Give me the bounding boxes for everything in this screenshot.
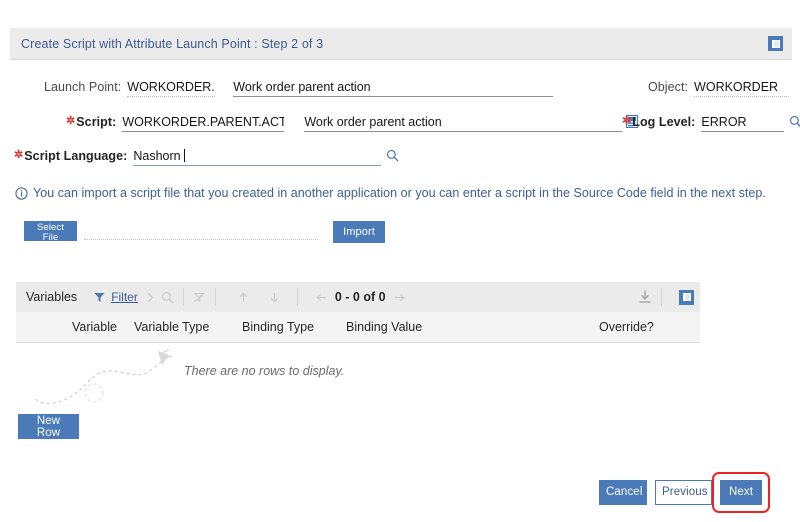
next-button[interactable]: Next [720, 480, 762, 505]
filter-link[interactable]: Filter [111, 290, 138, 304]
previous-button[interactable]: Previous [655, 480, 712, 505]
toolbar-divider [661, 288, 662, 306]
toolbar-divider [182, 288, 184, 306]
script-description-input[interactable] [304, 115, 623, 132]
new-row-button[interactable]: New Row [18, 414, 79, 439]
pager-count: 0 - 0 of 0 [334, 290, 386, 304]
arrow-right-icon[interactable] [391, 289, 408, 306]
search-icon[interactable] [159, 289, 176, 306]
arrow-up-icon[interactable] [235, 289, 252, 306]
column-header-override[interactable]: Override? [599, 320, 654, 334]
log-level-input[interactable] [701, 115, 785, 132]
cancel-button[interactable]: Cancel [599, 480, 647, 505]
select-file-button[interactable]: Select File [24, 221, 77, 242]
search-icon[interactable] [789, 115, 800, 128]
launch-point-label: Launch Point: [44, 80, 122, 94]
restore-window-glyph [682, 293, 691, 301]
text-cursor [184, 149, 186, 162]
variables-table: Variables Filter 0 - 0 of 0 Variable Var… [16, 282, 700, 407]
script-language-label: ✲Script Language: [14, 149, 128, 163]
download-icon[interactable] [636, 288, 654, 306]
restore-window-glyph [771, 39, 780, 48]
variables-table-toolbar: Variables Filter 0 - 0 of 0 [16, 282, 700, 312]
arrow-left-icon[interactable] [313, 289, 330, 306]
variables-table-header-row: Variable Variable Type Binding Type Bind… [16, 312, 700, 343]
arrow-down-icon[interactable] [266, 289, 283, 306]
object-input[interactable] [694, 80, 790, 97]
squiggly-arrow-icon [32, 349, 187, 405]
launch-point-input[interactable] [127, 80, 216, 97]
next-button-wrapper: Next [712, 472, 770, 513]
dialog-window: Create Script with Attribute Launch Poin… [0, 0, 800, 522]
field-object: Object: [648, 80, 790, 97]
field-launch-point: Launch Point: [44, 80, 554, 97]
column-header-binding-type[interactable]: Binding Type [242, 320, 314, 334]
search-icon[interactable] [386, 149, 399, 162]
script-input[interactable] [122, 115, 285, 132]
chevron-right-icon[interactable] [142, 289, 159, 306]
field-log-level: ✲Log Level: [622, 113, 800, 132]
dialog-header: Create Script with Attribute Launch Poin… [10, 28, 792, 60]
log-level-label: ✲Log Level: [622, 115, 696, 129]
variables-table-caption: Variables [26, 290, 78, 304]
info-message: You can import a script file that you cr… [15, 186, 766, 200]
import-button[interactable]: Import [333, 221, 385, 243]
field-script: ✲Script: [66, 113, 639, 132]
footer-button-group: Cancel Previous Next [599, 472, 770, 513]
page-title: Create Script with Attribute Launch Poin… [21, 36, 324, 51]
toolbar-divider [214, 288, 216, 306]
object-label: Object: [648, 80, 689, 94]
empty-state-message: There are no rows to display. [184, 364, 345, 378]
required-marker: ✲ [14, 149, 24, 161]
toolbar-right-group [636, 282, 700, 312]
column-header-binding-value[interactable]: Binding Value [346, 320, 422, 334]
launch-point-description-input[interactable] [233, 80, 554, 97]
clear-filter-icon[interactable] [191, 289, 208, 306]
restore-window-icon[interactable] [679, 289, 694, 305]
script-label: ✲Script: [66, 115, 117, 129]
required-marker: ✲ [66, 115, 76, 127]
field-script-language: ✲Script Language: [14, 147, 399, 166]
restore-window-icon[interactable] [768, 36, 783, 51]
selected-file-name [84, 239, 318, 240]
info-circle-icon [15, 187, 28, 200]
column-header-variable-type[interactable]: Variable Type [134, 320, 209, 334]
filter-icon[interactable] [91, 289, 108, 306]
script-language-input[interactable] [133, 149, 382, 166]
column-header-variable[interactable]: Variable [72, 320, 117, 334]
toolbar-divider [296, 288, 298, 306]
info-message-text: You can import a script file that you cr… [33, 186, 766, 200]
variables-table-empty-state: There are no rows to display. [16, 343, 700, 407]
required-marker: ✲ [622, 115, 632, 127]
